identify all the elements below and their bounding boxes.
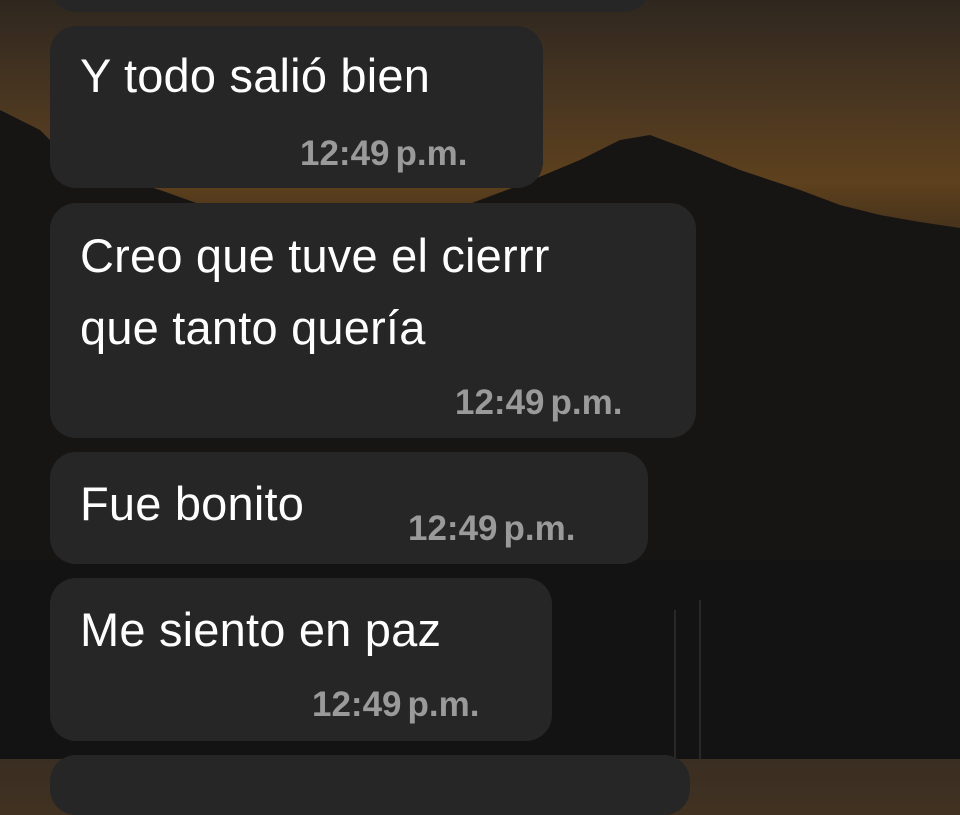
message-timestamp: 12:49 p.m. (300, 134, 468, 173)
message-timestamp: 12:49 p.m. (408, 509, 576, 548)
message-bubble[interactable]: Me siento en paz 12:49 p.m. (50, 578, 552, 741)
message-text: Creo que tuve el cierrr (80, 229, 550, 282)
message-text: Fue bonito (80, 477, 305, 530)
message-text: Y todo salió bien (80, 49, 431, 102)
message-bubble[interactable]: Fue bonito 12:49 p.m. (50, 452, 648, 564)
message-timestamp: 12:49 p.m. (312, 685, 480, 724)
message-timestamp: 12:49 p.m. (455, 383, 623, 422)
message-text: Me siento en paz (80, 603, 442, 656)
message-text: que tanto quería (80, 301, 426, 354)
message-bubble[interactable]: Y todo salió bien 12:49 p.m. (50, 26, 543, 188)
message-bubble-partial[interactable] (50, 755, 690, 815)
message-bubble[interactable]: Creo que tuve el cierrr que tanto quería… (50, 203, 696, 438)
message-bubble-partial[interactable] (50, 0, 650, 12)
